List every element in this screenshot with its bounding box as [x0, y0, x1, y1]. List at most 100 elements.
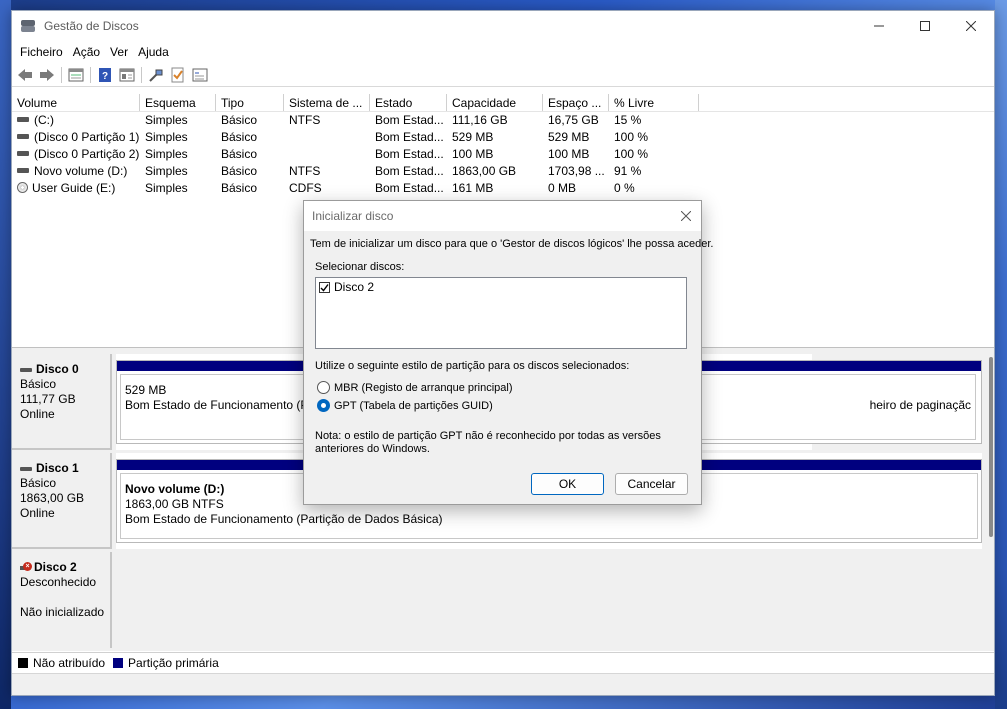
column-header-type[interactable]: Tipo: [216, 94, 284, 111]
free-space-cell: 100 MB: [548, 147, 590, 161]
disk-checkbox[interactable]: [319, 281, 330, 293]
volume-icon: [17, 117, 29, 123]
status-cell: Bom Estad...: [375, 147, 444, 161]
menu-help[interactable]: Ajuda: [133, 43, 174, 61]
type-cell: Básico: [221, 181, 258, 195]
menu-action[interactable]: Ação: [68, 43, 105, 61]
legend-swatch-primary: [113, 657, 124, 668]
gpt-radio[interactable]: [317, 399, 330, 412]
layout-cell: Simples: [145, 130, 188, 144]
column-header-free-space[interactable]: Espaço ...: [543, 94, 609, 111]
toolbar: ?: [12, 63, 994, 87]
layout-cell: Simples: [145, 147, 188, 161]
svg-text:?: ?: [102, 71, 108, 82]
properties-button[interactable]: [116, 65, 138, 85]
cancel-button[interactable]: Cancelar: [615, 473, 688, 495]
volume-name: User Guide (E:): [32, 181, 116, 195]
type-cell: Básico: [221, 113, 258, 127]
filesystem-cell: NTFS: [289, 164, 321, 178]
status-cell: Bom Estad...: [375, 164, 444, 178]
capacity-cell: 111,16 GB: [452, 113, 508, 127]
connect-icon: [149, 69, 163, 82]
disk-label-2[interactable]: × Disco 2 Desconhecido Não inicializado: [12, 552, 112, 648]
disk-list-button[interactable]: [65, 65, 87, 85]
volume-name: (Disco 0 Partição 1): [34, 130, 140, 144]
title-bar: Gestão de Discos: [12, 11, 994, 41]
disk-size: 111,77 GB: [20, 392, 76, 406]
gpt-note-text: Nota: o estilo de partição GPT não é rec…: [315, 430, 661, 455]
connect-button[interactable]: [145, 65, 167, 85]
disk-checkbox-label: Disco 2: [334, 280, 375, 294]
close-icon: [681, 211, 691, 221]
capacity-cell: 100 MB: [452, 147, 494, 161]
percent-free-cell: 91 %: [614, 164, 642, 178]
capacity-cell: 161 MB: [452, 181, 494, 195]
disk-checkbox-row[interactable]: Disco 2: [316, 278, 686, 294]
table-row[interactable]: Novo volume (D:) Simples Básico NTFS Bom…: [12, 163, 994, 180]
volume-list-header: Volume Esquema Tipo Sistema de ... Estad…: [12, 94, 994, 112]
partition-status: Bom Estado de Funcionamento (P: [125, 398, 309, 412]
properties-icon: [119, 68, 135, 81]
menu-bar: Ficheiro Ação Ver Ajuda: [12, 41, 994, 63]
cd-drive-icon: [17, 182, 28, 194]
disk-type: Básico: [20, 377, 57, 391]
forward-icon: [40, 68, 54, 81]
column-header-status[interactable]: Estado: [370, 94, 447, 111]
layout-cell: Simples: [145, 181, 188, 195]
percent-free-cell: 100 %: [614, 130, 649, 144]
status-cell: Bom Estad...: [375, 130, 444, 144]
table-row[interactable]: (C:) Simples Básico NTFS Bom Estad... 11…: [12, 112, 994, 129]
help-icon: ?: [99, 67, 111, 82]
dialog-body: Tem de inicializar um disco para que o '…: [304, 231, 713, 495]
column-header-layout[interactable]: Esquema: [140, 94, 216, 111]
console-icon: [192, 68, 208, 81]
dialog-intro-text: Tem de inicializar um disco para que o '…: [310, 238, 714, 250]
percent-free-cell: 15 %: [614, 113, 642, 127]
vertical-scrollbar[interactable]: [989, 357, 993, 537]
status-cell: Bom Estad...: [375, 181, 444, 195]
toolbar-separator: [141, 66, 142, 83]
mbr-label: MBR (Registo de arranque principal): [334, 381, 513, 394]
help-button[interactable]: ?: [94, 65, 116, 85]
disk-status: Online: [20, 506, 55, 520]
dialog-title-bar: Inicializar disco: [304, 201, 701, 231]
ok-button[interactable]: OK: [531, 473, 604, 495]
type-cell: Básico: [221, 147, 258, 161]
volume-name: (Disco 0 Partição 2): [34, 147, 140, 161]
menu-file[interactable]: Ficheiro: [15, 43, 68, 61]
disk-status: Online: [20, 407, 55, 421]
close-button[interactable]: [948, 11, 994, 41]
disk-status: Não inicializado: [20, 605, 105, 619]
column-header-filesystem[interactable]: Sistema de ...: [284, 94, 370, 111]
table-row[interactable]: (Disco 0 Partição 2) Simples Básico Bom …: [12, 146, 994, 163]
toolbar-separator: [90, 66, 91, 83]
console-button[interactable]: [189, 65, 211, 85]
column-header-capacity[interactable]: Capacidade: [447, 94, 543, 111]
layout-cell: Simples: [145, 164, 188, 178]
mbr-radio[interactable]: [317, 381, 330, 394]
column-header-percent-free[interactable]: % Livre: [609, 94, 699, 111]
dialog-close-button[interactable]: [671, 201, 701, 231]
legend-label: Não atribuído: [33, 655, 106, 670]
column-header-volume[interactable]: Volume: [12, 94, 140, 111]
gpt-option[interactable]: GPT (Tabela de partições GUID): [317, 399, 493, 412]
back-button[interactable]: [14, 65, 36, 85]
check-button[interactable]: [167, 65, 189, 85]
forward-button[interactable]: [36, 65, 58, 85]
menu-view[interactable]: Ver: [105, 43, 133, 61]
status-bar: [12, 673, 994, 695]
volume-icon: [17, 134, 29, 140]
minimize-button[interactable]: [856, 11, 902, 41]
table-row[interactable]: User Guide (E:) Simples Básico CDFS Bom …: [12, 180, 994, 197]
dialog-title: Inicializar disco: [312, 209, 394, 223]
desktop-background-right: [995, 0, 1007, 709]
disk-label-0[interactable]: Disco 0 Básico 111,77 GB Online: [12, 354, 112, 450]
mbr-option[interactable]: MBR (Registo de arranque principal): [317, 381, 513, 394]
disk-label-1[interactable]: Disco 1 Básico 1863,00 GB Online: [12, 453, 112, 549]
table-row[interactable]: (Disco 0 Partição 1) Simples Básico Bom …: [12, 129, 994, 146]
layout-cell: Simples: [145, 113, 188, 127]
filesystem-cell: CDFS: [289, 181, 322, 195]
maximize-button[interactable]: [902, 11, 948, 41]
legend-swatch-unallocated: [18, 657, 28, 668]
partition-style-label: Utilize o seguinte estilo de partição pa…: [315, 360, 630, 372]
